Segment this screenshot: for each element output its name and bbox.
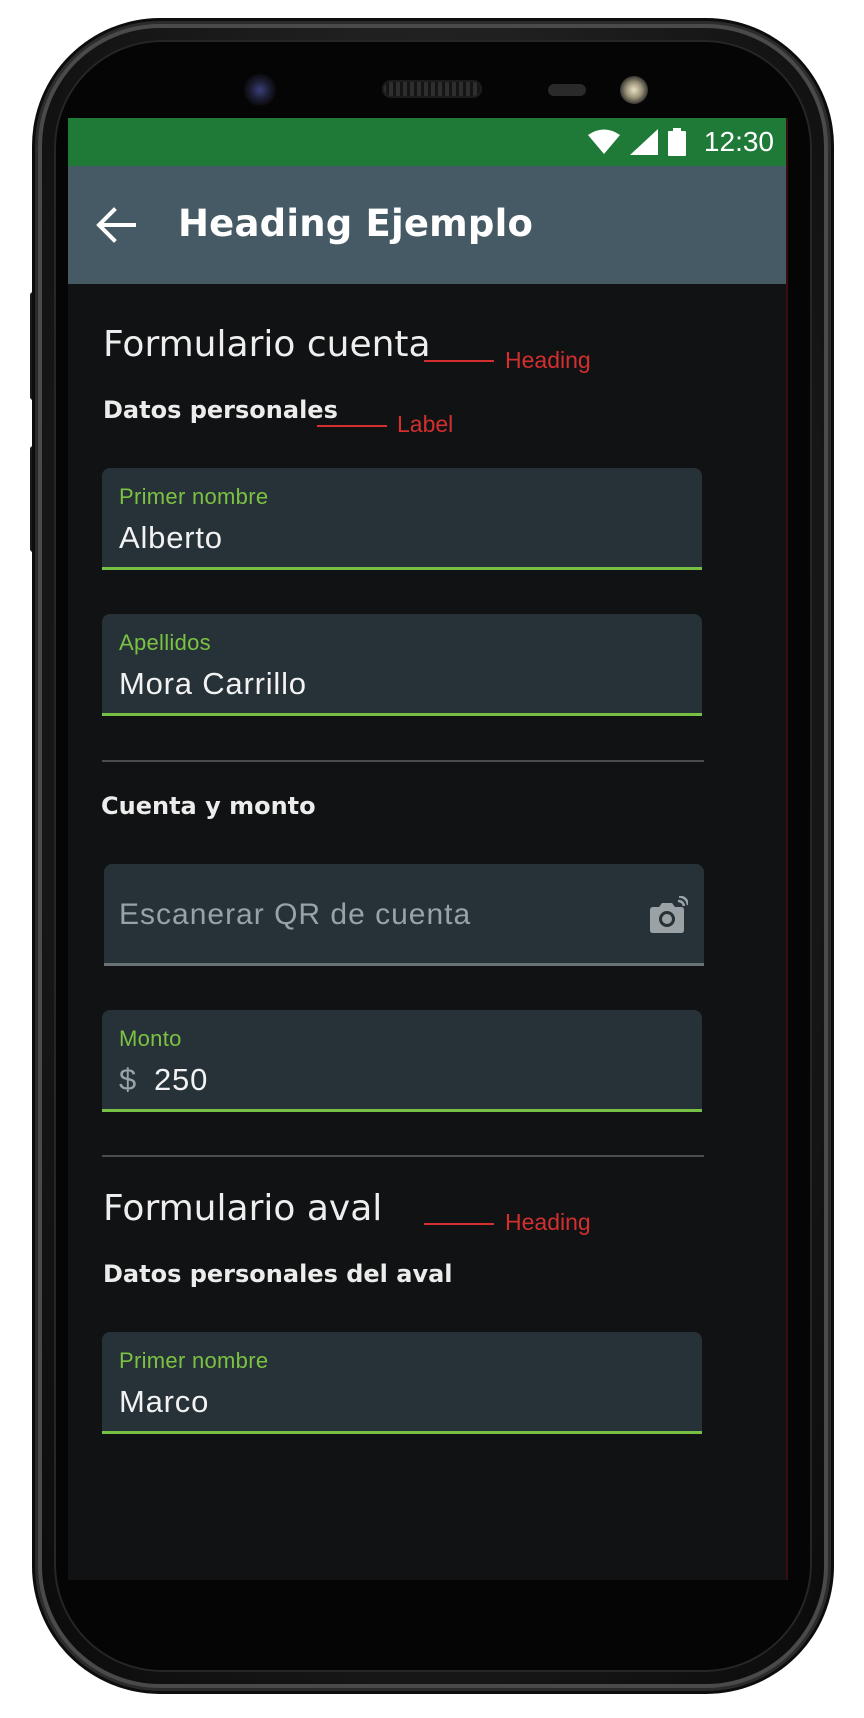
phone-screen: 12:30 Heading Ejemplo Formulario cuenta …: [68, 118, 788, 1580]
annotation-label: Label: [397, 411, 454, 437]
wifi-icon: [587, 129, 620, 154]
aval-first-name-field[interactable]: Primer nombre Marco: [102, 1332, 702, 1434]
front-camera: [244, 74, 276, 106]
status-icons: 12:30: [587, 124, 774, 160]
qr-account-field[interactable]: Escanerar QR de cuenta: [104, 864, 704, 966]
volume-down-button: [30, 446, 38, 552]
proximity-sensor: [548, 84, 586, 96]
field-value: Alberto: [119, 520, 223, 555]
divider: [102, 760, 704, 762]
heading-formulario-aval: Formulario aval: [103, 1188, 383, 1229]
annotation-line: [424, 1223, 494, 1225]
last-name-field[interactable]: Apellidos Mora Carrillo: [102, 614, 702, 716]
field-label: Apellidos: [119, 630, 211, 655]
first-name-field[interactable]: Primer nombre Alberto: [102, 468, 702, 570]
field-label: Monto: [119, 1026, 182, 1051]
annotation-heading: Heading: [505, 1209, 591, 1235]
field-value: Mora Carrillo: [119, 666, 307, 701]
annotation-line: [317, 425, 387, 427]
field-label: Primer nombre: [119, 484, 269, 509]
label-datos-personales-aval: Datos personales del aval: [103, 1260, 453, 1288]
camera-icon[interactable]: [648, 896, 688, 936]
field-placeholder: Escanerar QR de cuenta: [119, 898, 472, 931]
field-label: Primer nombre: [119, 1348, 269, 1373]
status-bar: 12:30: [68, 118, 786, 166]
status-time: 12:30: [703, 126, 774, 157]
app-bar: Heading Ejemplo: [68, 166, 786, 284]
field-value: Marco: [119, 1384, 210, 1419]
battery-icon: [667, 128, 686, 156]
annotation-line: [424, 360, 494, 362]
annotation-heading: Heading: [505, 347, 591, 373]
page-title: Heading Ejemplo: [178, 202, 534, 245]
amount-field[interactable]: Monto $ 250: [102, 1010, 702, 1112]
heading-formulario-cuenta: Formulario cuenta: [103, 324, 431, 365]
cellular-signal-icon: [629, 129, 658, 155]
volume-up-button: [30, 292, 38, 400]
label-cuenta-y-monto: Cuenta y monto: [101, 792, 316, 820]
earpiece-speaker: [382, 80, 482, 98]
arrow-back-icon[interactable]: [94, 204, 136, 246]
field-value: 250: [154, 1062, 209, 1097]
front-flash: [620, 76, 648, 104]
label-datos-personales: Datos personales: [103, 396, 338, 424]
divider: [102, 1155, 704, 1157]
currency-prefix: $: [119, 1062, 137, 1097]
